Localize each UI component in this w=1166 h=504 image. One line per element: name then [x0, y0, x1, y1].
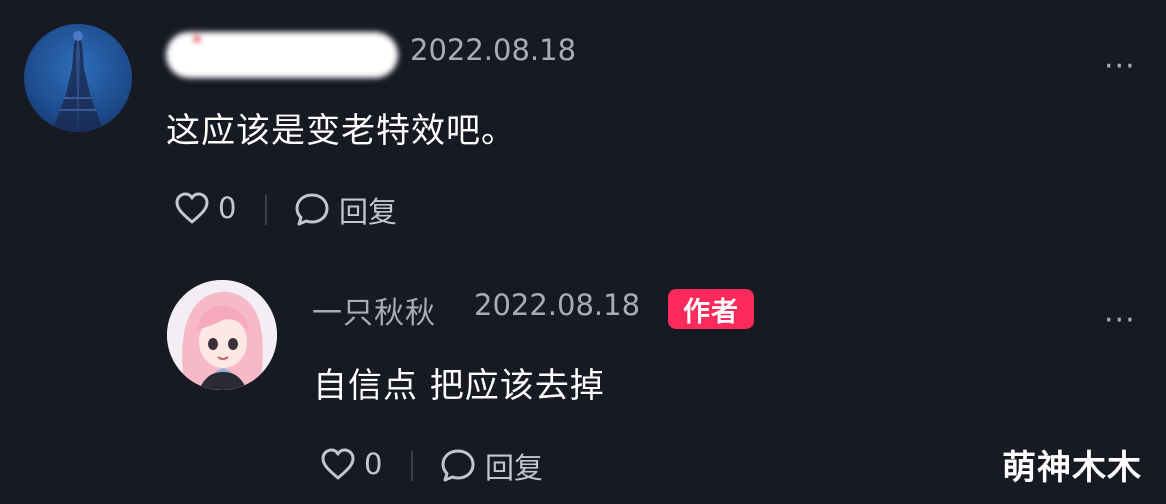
username-redacted[interactable]: [166, 32, 398, 78]
anime-girl-avatar-image: [167, 280, 277, 390]
comment-text: 这应该是变老特效吧。: [166, 111, 516, 151]
speech-bubble-icon: [293, 191, 331, 229]
more-options-icon[interactable]: ···: [1104, 52, 1136, 82]
reply-button[interactable]: 回复: [293, 189, 397, 231]
speech-bubble-icon: [439, 447, 477, 485]
username[interactable]: 一只秋秋: [312, 288, 436, 332]
heart-outline-icon: [320, 447, 356, 481]
reply-label: 回复: [485, 451, 544, 485]
action-divider: [265, 195, 267, 225]
reply-button[interactable]: 回复: [439, 445, 543, 487]
comment-text: 自信点 把应该去掉: [313, 366, 605, 406]
reply-label: 回复: [339, 195, 398, 229]
more-options-icon[interactable]: ···: [1104, 306, 1136, 336]
comment-thread: 2022.08.18 ··· 这应该是变老特效吧。 0 回复 一只秋秋 2022…: [0, 0, 1166, 504]
like-button[interactable]: 0: [174, 191, 236, 225]
heart-outline-icon: [174, 191, 210, 225]
comment-date: 2022.08.18: [474, 288, 641, 322]
comment-date: 2022.08.18: [410, 33, 577, 67]
author-badge: 作者: [668, 289, 754, 329]
like-button[interactable]: 0: [320, 447, 382, 481]
avatar[interactable]: [167, 280, 277, 390]
watermark-text: 萌神木木: [1002, 448, 1142, 488]
tower-image: [52, 31, 104, 132]
like-count: 0: [218, 191, 237, 225]
action-divider: [411, 451, 413, 481]
avatar[interactable]: [24, 24, 132, 132]
like-count: 0: [364, 447, 383, 481]
